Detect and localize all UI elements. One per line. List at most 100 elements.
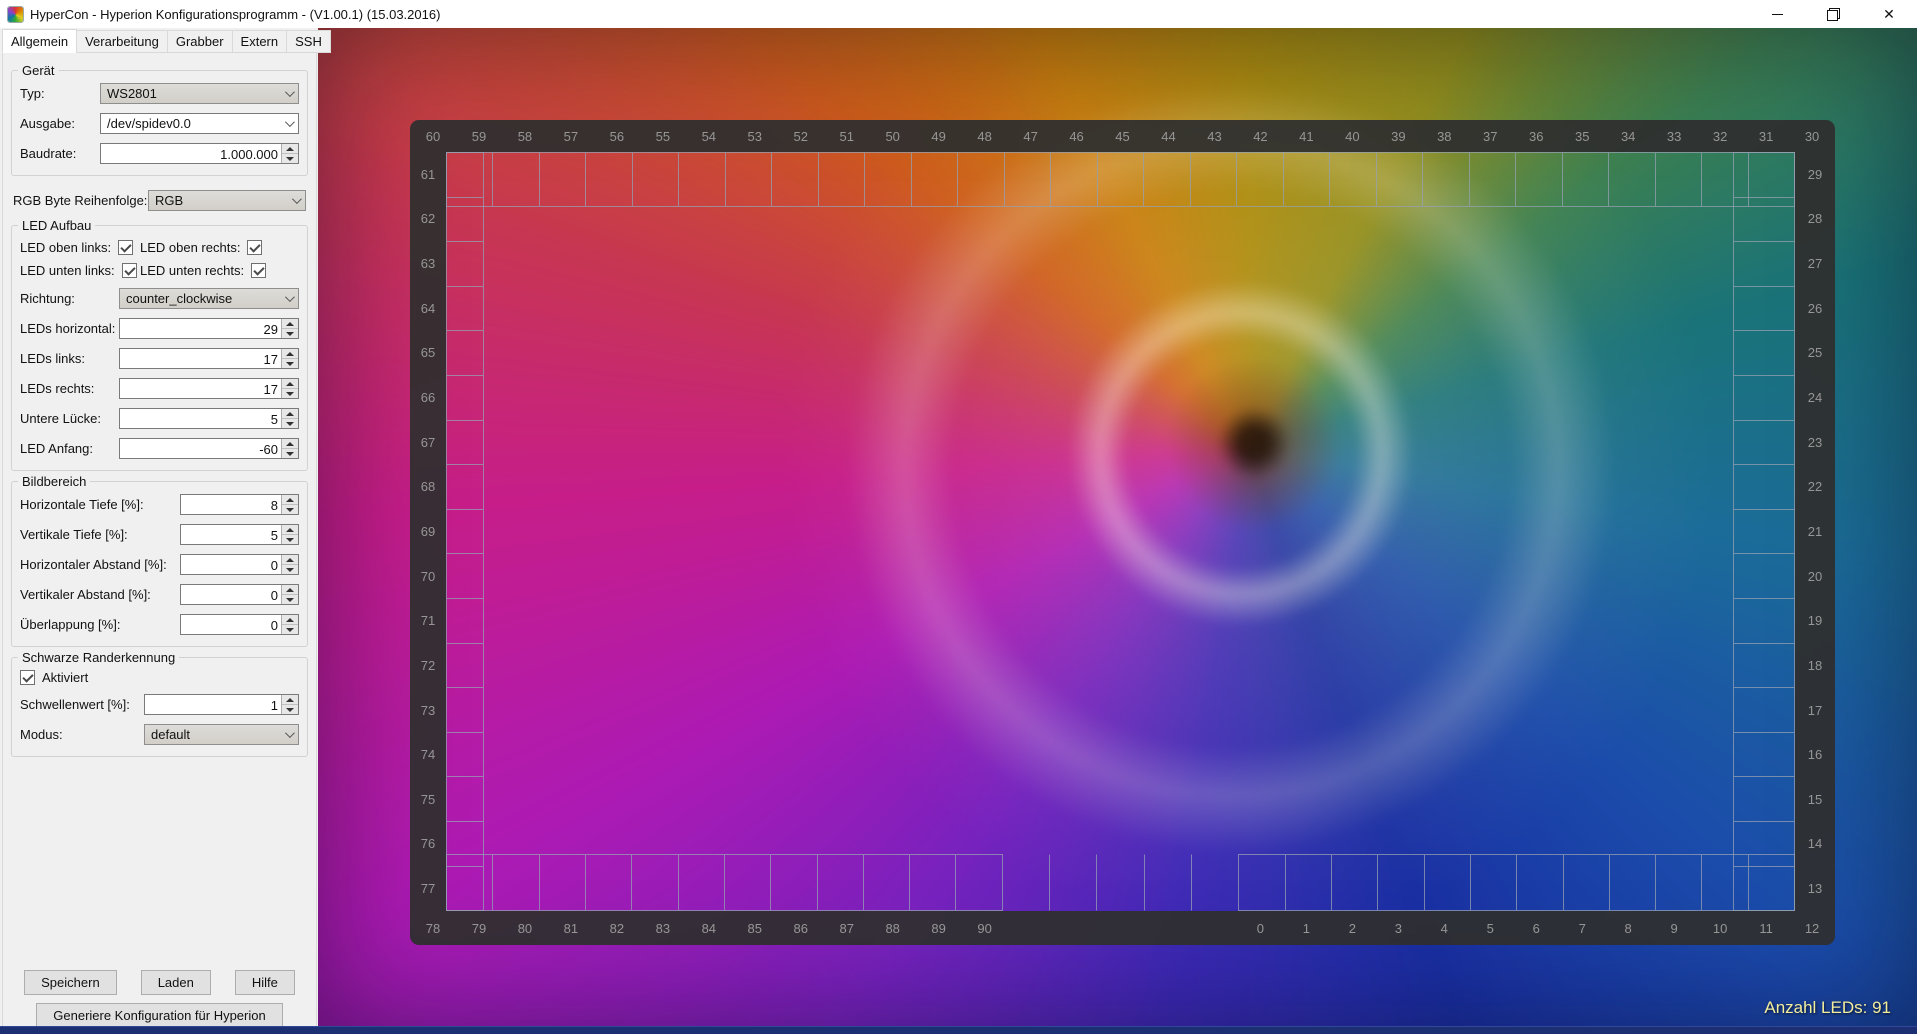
- baudrate-field[interactable]: 1.000.000: [100, 143, 299, 164]
- led-number: 56: [594, 120, 640, 152]
- rgb-order-value: RGB: [155, 193, 183, 208]
- spin-field[interactable]: 0: [180, 584, 299, 605]
- mode-select[interactable]: default: [144, 724, 299, 745]
- close-button[interactable]: ✕: [1861, 0, 1917, 28]
- spin-up-button[interactable]: [282, 379, 298, 389]
- window-controls: ✕: [1749, 0, 1917, 28]
- led-cell: [1733, 554, 1795, 599]
- tab-allgemein[interactable]: Allgemein: [2, 29, 77, 53]
- led-number: 80: [502, 911, 548, 945]
- led-cell: [1656, 854, 1702, 911]
- led-cell: [679, 152, 725, 207]
- image-area-group: Bildbereich Horizontale Tiefe [%]:8Verti…: [11, 481, 308, 647]
- led-number: 85: [732, 911, 778, 945]
- spin-up-button[interactable]: [282, 439, 298, 449]
- help-button[interactable]: Hilfe: [235, 970, 295, 995]
- led-cell: [446, 822, 484, 867]
- spinner: [281, 144, 298, 163]
- minimize-button[interactable]: [1749, 0, 1805, 28]
- field-label: Vertikale Tiefe [%]:: [20, 527, 180, 542]
- tab-verarbeitung[interactable]: Verarbeitung: [76, 30, 168, 53]
- led-cell: [1191, 152, 1237, 207]
- load-button[interactable]: Laden: [141, 970, 211, 995]
- tab-page-allgemein: Gerät Typ: WS2801 Ausgabe: /dev/spidev0.…: [2, 51, 317, 1034]
- output-input[interactable]: /dev/spidev0.0: [100, 113, 299, 134]
- spin-field[interactable]: -60: [119, 438, 299, 459]
- led-number: 9: [1651, 911, 1697, 945]
- led-corner-checkbox[interactable]: [247, 240, 262, 255]
- direction-select[interactable]: counter_clockwise: [119, 288, 299, 309]
- led-corner-checkbox[interactable]: [122, 263, 137, 278]
- spin-down-button[interactable]: [282, 389, 298, 398]
- spin-down-button[interactable]: [282, 565, 298, 574]
- spin-up-button[interactable]: [282, 144, 298, 154]
- spin-up-button[interactable]: [282, 319, 298, 329]
- led-cell: [1098, 152, 1144, 207]
- led-number: 45: [1100, 120, 1146, 152]
- save-button[interactable]: Speichern: [24, 970, 117, 995]
- spin-up-button[interactable]: [282, 615, 298, 625]
- led-cell: [493, 854, 539, 911]
- spin-field[interactable]: 29: [119, 318, 299, 339]
- led-corner-checkbox[interactable]: [118, 240, 133, 255]
- led-cells-top: [446, 152, 1795, 207]
- spin-down-button[interactable]: [282, 595, 298, 604]
- spin-down-button[interactable]: [282, 535, 298, 544]
- spin-down-button[interactable]: [282, 625, 298, 634]
- led-number: 2: [1329, 911, 1375, 945]
- spin-up-button[interactable]: [282, 525, 298, 535]
- spin-up-button[interactable]: [282, 695, 298, 705]
- spin-field[interactable]: 0: [180, 554, 299, 575]
- threshold-field[interactable]: 1: [144, 694, 299, 715]
- spinner: [281, 695, 298, 714]
- led-number: 34: [1605, 120, 1651, 152]
- type-select[interactable]: WS2801: [100, 83, 299, 104]
- led-number: 13: [1795, 866, 1835, 911]
- led-number: 53: [732, 120, 778, 152]
- tab-ssh[interactable]: SSH: [286, 30, 331, 53]
- spin-down-button[interactable]: [282, 705, 298, 714]
- spin-up-button[interactable]: [282, 495, 298, 505]
- spin-down-button[interactable]: [282, 419, 298, 428]
- spin-down-button[interactable]: [282, 449, 298, 458]
- spin-field[interactable]: 17: [119, 348, 299, 369]
- led-corner-checkbox[interactable]: [251, 263, 266, 278]
- spin-field[interactable]: 17: [119, 378, 299, 399]
- tab-extern[interactable]: Extern: [232, 30, 288, 53]
- spin-up-button[interactable]: [282, 349, 298, 359]
- led-cell: [446, 599, 484, 644]
- spin-down-button[interactable]: [282, 329, 298, 338]
- field-row: Untere Lücke:5: [20, 408, 299, 429]
- led-cell: [1733, 287, 1795, 332]
- spin-down-button[interactable]: [282, 359, 298, 368]
- spin-field[interactable]: 5: [180, 524, 299, 545]
- led-cell: [1610, 854, 1656, 911]
- led-number: 4: [1421, 911, 1467, 945]
- led-number: 35: [1559, 120, 1605, 152]
- led-number: 57: [548, 120, 594, 152]
- tab-grabber[interactable]: Grabber: [167, 30, 233, 53]
- led-cell: [1471, 854, 1517, 911]
- spin-down-button[interactable]: [282, 154, 298, 163]
- spin-up-button[interactable]: [282, 555, 298, 565]
- spin-up-button[interactable]: [282, 585, 298, 595]
- led-number: 36: [1513, 120, 1559, 152]
- led-number: 19: [1795, 598, 1835, 643]
- spin-field[interactable]: 8: [180, 494, 299, 515]
- enabled-checkbox[interactable]: [20, 670, 35, 685]
- generate-config-button[interactable]: Generiere Konfiguration für Hyperion: [36, 1003, 282, 1028]
- led-cell: [446, 287, 484, 332]
- spin-field[interactable]: 0: [180, 614, 299, 635]
- spin-field[interactable]: 5: [119, 408, 299, 429]
- main-area: AllgemeinVerarbeitungGrabberExternSSH Ge…: [0, 28, 1917, 1034]
- group-title: Bildbereich: [18, 474, 90, 489]
- config-panel: AllgemeinVerarbeitungGrabberExternSSH Ge…: [0, 28, 318, 1034]
- titlebar[interactable]: HyperCon - Hyperion Konfigurationsprogra…: [0, 0, 1917, 28]
- led-numbers-top: 6059585756555453525150494847464544434241…: [410, 120, 1835, 152]
- led-cell: [446, 242, 484, 287]
- spin-up-button[interactable]: [282, 409, 298, 419]
- rgb-order-select[interactable]: RGB: [148, 190, 306, 211]
- type-label: Typ:: [20, 86, 100, 101]
- restore-button[interactable]: [1805, 0, 1861, 28]
- spin-down-button[interactable]: [282, 505, 298, 514]
